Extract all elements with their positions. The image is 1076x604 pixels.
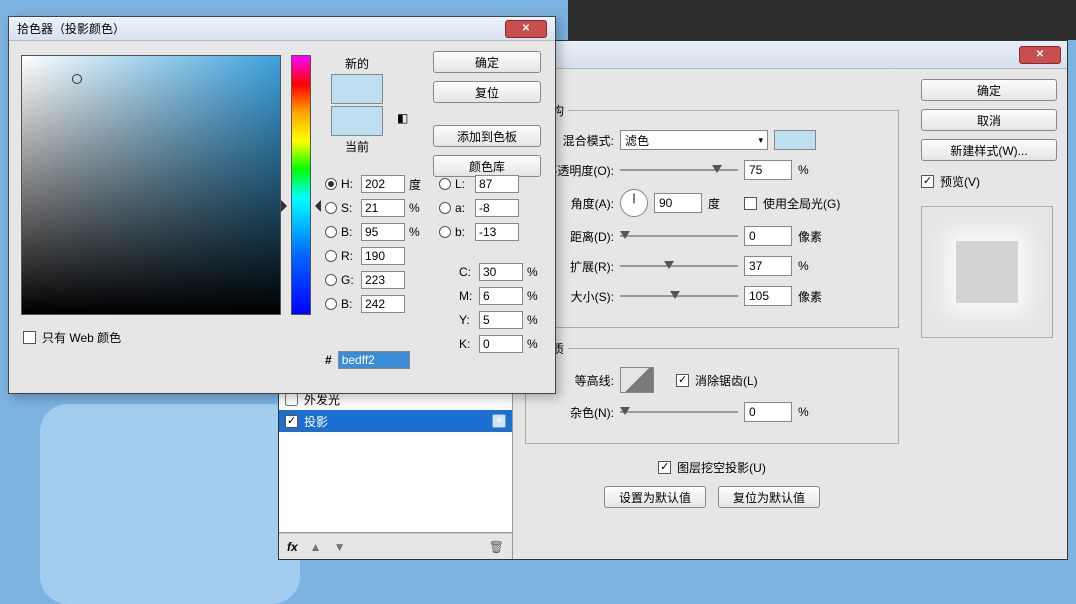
close-icon[interactable]	[505, 20, 547, 38]
distance-input[interactable]	[744, 226, 792, 246]
radio-s[interactable]	[325, 202, 337, 214]
antialias-label: 消除锯齿(L)	[695, 372, 758, 389]
radio-lb[interactable]	[439, 226, 451, 238]
reset-button[interactable]: 复位	[433, 81, 541, 103]
color-field[interactable]	[21, 55, 281, 315]
radio-h[interactable]	[325, 178, 337, 190]
g-input[interactable]	[361, 271, 405, 289]
radio-a[interactable]	[439, 202, 451, 214]
l-input[interactable]	[475, 175, 519, 193]
web-only-label: 只有 Web 颜色	[42, 329, 121, 346]
arrow-down-icon[interactable]: ▼	[334, 540, 346, 554]
global-light-label: 使用全局光(G)	[763, 195, 840, 212]
new-color-label: 新的	[345, 55, 369, 72]
c-input[interactable]	[479, 263, 523, 281]
web-only-checkbox[interactable]	[23, 331, 36, 344]
radio-bch[interactable]	[325, 298, 337, 310]
hash-label: #	[325, 353, 332, 367]
trash-icon[interactable]: 🗑	[489, 540, 504, 554]
antialias-checkbox[interactable]	[676, 374, 689, 387]
style-list-footer: fx ▲ ▼ 🗑	[279, 533, 512, 559]
reset-default-button[interactable]: 复位为默认值	[718, 486, 820, 508]
fx-icon[interactable]: fx	[287, 540, 298, 554]
size-input[interactable]	[744, 286, 792, 306]
picker-titlebar[interactable]: 拾色器（投影颜色）	[9, 17, 555, 41]
ok-button[interactable]: 确定	[921, 79, 1057, 101]
k-input[interactable]	[479, 335, 523, 353]
color-library-button[interactable]: 颜色库	[433, 155, 541, 177]
current-color-label: 当前	[345, 138, 369, 155]
color-picker-dialog: 拾色器（投影颜色） 新的 当前 ◧ 确定 复位 添加到色板 颜色库 H:	[8, 16, 556, 394]
dialog-title: 拾色器（投影颜色）	[17, 20, 505, 37]
radio-g[interactable]	[325, 274, 337, 286]
shadow-color-swatch[interactable]	[774, 130, 816, 150]
preview-label: 预览(V)	[940, 173, 980, 190]
chevron-down-icon: ▾	[758, 135, 763, 146]
set-default-button[interactable]: 设置为默认值	[604, 486, 706, 508]
preview-checkbox[interactable]	[921, 175, 934, 188]
global-light-checkbox[interactable]	[744, 197, 757, 210]
add-swatch-button[interactable]: 添加到色板	[433, 125, 541, 147]
plus-icon[interactable]: +	[492, 414, 506, 428]
lb-input[interactable]	[475, 223, 519, 241]
hue-slider[interactable]	[291, 55, 311, 315]
m-input[interactable]	[479, 287, 523, 305]
knockout-label: 图层挖空投影(U)	[677, 459, 766, 476]
h-input[interactable]	[361, 175, 405, 193]
checkbox[interactable]	[285, 393, 298, 406]
opacity-slider[interactable]	[620, 163, 738, 177]
a-input[interactable]	[475, 199, 519, 217]
radio-r[interactable]	[325, 250, 337, 262]
bch-input[interactable]	[361, 295, 405, 313]
distance-slider[interactable]	[620, 229, 738, 243]
y-input[interactable]	[479, 311, 523, 329]
contour-picker[interactable]	[620, 367, 654, 393]
structure-group: 结构 混合模式: 滤色 ▾ 不透明度(O): % 角度(A):	[525, 102, 899, 328]
cube-icon[interactable]: ◧	[397, 111, 411, 125]
noise-input[interactable]	[744, 402, 792, 422]
noise-label: 杂色(N):	[536, 404, 614, 421]
color-field-cursor[interactable]	[72, 74, 82, 84]
angle-dial[interactable]	[620, 189, 648, 217]
s-input[interactable]	[361, 199, 405, 217]
spread-input[interactable]	[744, 256, 792, 276]
close-icon[interactable]	[1019, 46, 1061, 64]
spread-slider[interactable]	[620, 259, 738, 273]
quality-group: 品质 等高线: 消除锯齿(L) 杂色(N): %	[525, 340, 899, 444]
section-title: 投影	[525, 79, 899, 96]
noise-slider[interactable]	[620, 405, 738, 419]
list-item[interactable]: 投影 +	[279, 410, 512, 432]
bv-input[interactable]	[361, 223, 405, 241]
new-color-swatch[interactable]	[331, 74, 383, 104]
arrow-up-icon[interactable]: ▲	[310, 540, 322, 554]
radio-b[interactable]	[325, 226, 337, 238]
radio-l[interactable]	[439, 178, 451, 190]
layerstyle-sidebar: 确定 取消 新建样式(W)... 预览(V)	[911, 69, 1067, 559]
angle-input[interactable]	[654, 193, 702, 213]
preview-thumbnail	[921, 206, 1053, 338]
hex-input[interactable]	[338, 351, 410, 369]
new-style-button[interactable]: 新建样式(W)...	[921, 139, 1057, 161]
current-color-swatch[interactable]	[331, 106, 383, 136]
checkbox[interactable]	[285, 415, 298, 428]
drop-shadow-panel: 投影 结构 混合模式: 滤色 ▾ 不透明度(O): %	[513, 69, 911, 559]
knockout-checkbox[interactable]	[658, 461, 671, 474]
cancel-button[interactable]: 取消	[921, 109, 1057, 131]
style-item-label: 投影	[304, 413, 328, 430]
opacity-input[interactable]	[744, 160, 792, 180]
r-input[interactable]	[361, 247, 405, 265]
ok-button[interactable]: 确定	[433, 51, 541, 73]
size-slider[interactable]	[620, 289, 738, 303]
blend-mode-select[interactable]: 滤色 ▾	[620, 130, 768, 150]
